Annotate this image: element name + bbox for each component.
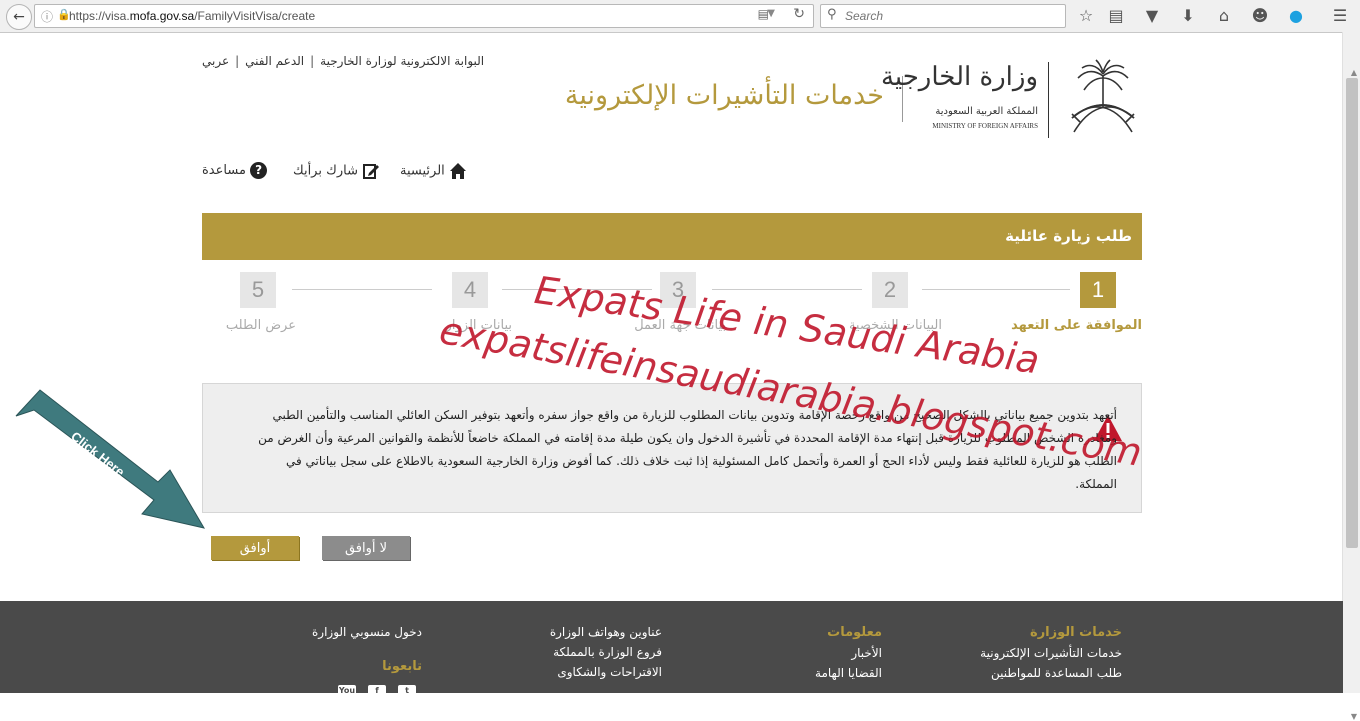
twitter-icon[interactable]: t (398, 685, 416, 697)
portal-link[interactable]: البوابة الالكترونية لوزارة الخارجية (320, 54, 484, 68)
top-links: عربي | الدعم الفني | البوابة الالكترونية لوز… (202, 54, 485, 68)
youtube-icon[interactable]: You (338, 685, 356, 697)
nav-help-label: مساعدة (202, 163, 246, 178)
bookmark-star-icon[interactable]: ☆ (1075, 6, 1097, 25)
nav-feedback-label: شارك برأيك (293, 163, 358, 179)
form-title-bar: طلب زيارة عائلية (202, 213, 1142, 260)
agree-button[interactable]: أوافق (211, 536, 299, 560)
lang-link[interactable]: عربي (202, 54, 229, 68)
step-connector (292, 289, 432, 290)
footer-link[interactable]: القضايا الهامة (815, 666, 882, 680)
menu-icon[interactable]: ☰ (1329, 6, 1351, 25)
disagree-button[interactable]: لا أوافق (322, 536, 410, 560)
scrollbar-thumb[interactable] (1346, 78, 1358, 548)
browser-toolbar: ← ⓘ 🔒 https://visa.mofa.gov.sa/FamilyVis… (0, 0, 1360, 33)
footer-link[interactable]: خدمات التأشيرات الإلكترونية (980, 646, 1122, 660)
scrollbar[interactable]: ▲ ▼ (1342, 32, 1360, 721)
footer-col-info: معلومات الأخبار القضايا الهامة (815, 625, 882, 680)
footer-link[interactable]: الاقتراحات والشكاوى (550, 665, 662, 679)
step-2: 2 (872, 272, 908, 308)
footer-col-contact: عناوين وهواتف الوزارة فروع الوزارة بالمم… (550, 625, 662, 679)
logo-divider (1048, 62, 1049, 138)
browser-search-bar[interactable]: ⚲ (820, 4, 1066, 28)
nav-home[interactable]: الرئيسية (400, 162, 467, 180)
footer-heading: خدمات الوزارة (1030, 625, 1122, 640)
reading-list-icon[interactable]: ▤ (1105, 6, 1127, 25)
footer-link[interactable]: فروع الوزارة بالمملكة (550, 645, 662, 659)
click-here-arrow: Click Here (15, 389, 206, 529)
url-text[interactable]: https://visa.mofa.gov.sa/FamilyVisitVisa… (69, 9, 315, 23)
footer-link[interactable]: الأخبار (815, 646, 882, 660)
search-icon: ⚲ (827, 7, 837, 22)
footer-col-services: خدمات الوزارة خدمات التأشيرات الإلكتروني… (980, 625, 1122, 680)
site-info-icon[interactable]: ⓘ (41, 8, 53, 25)
form-title: طلب زيارة عائلية (1005, 227, 1132, 245)
facebook-icon[interactable]: f (368, 685, 386, 697)
step-1-label: الموافقة على التعهد (1011, 318, 1142, 333)
download-icon[interactable]: ⬇ (1177, 6, 1199, 25)
scroll-down-icon[interactable]: ▼ (1351, 712, 1357, 721)
nav-home-label: الرئيسية (400, 163, 445, 179)
footer-link[interactable]: دخول منسوبي الوزارة (312, 625, 422, 639)
back-button[interactable]: ← (6, 4, 32, 30)
chat-icon[interactable]: ☻ (1249, 6, 1271, 25)
step-5-label: عرض الطلب (225, 318, 296, 333)
step-connector (922, 289, 1070, 290)
edit-icon (363, 164, 380, 179)
home-icon (449, 163, 466, 179)
address-bar[interactable]: ⓘ 🔒 https://visa.mofa.gov.sa/FamilyVisit… (34, 4, 814, 28)
step-5: 5 (240, 272, 276, 308)
footer-link[interactable]: عناوين وهواتف الوزارة (550, 625, 662, 639)
scroll-up-icon[interactable]: ▲ (1351, 68, 1357, 77)
back-arrow-icon: ← (13, 9, 25, 25)
skype-icon[interactable]: ● (1285, 6, 1307, 25)
logo-en-text: MINISTRY OF FOREIGN AFFAIRS (932, 122, 1038, 130)
chevron-down-icon[interactable]: ▼ (767, 8, 775, 19)
footer-heading: تابعونا (382, 659, 422, 674)
footer-heading: معلومات (827, 625, 882, 640)
help-icon: ? (250, 162, 268, 179)
home-browser-icon[interactable]: ⌂ (1213, 6, 1235, 25)
reload-icon[interactable]: ↻ (793, 6, 805, 22)
step-1: 1 (1080, 272, 1116, 308)
footer-link[interactable]: طلب المساعدة للمواطنين (980, 666, 1122, 680)
support-link[interactable]: الدعم الفني (245, 54, 304, 68)
nav-feedback[interactable]: شارك برأيك (293, 162, 380, 180)
footer-col-login: دخول منسوبي الوزارة تابعونا (312, 625, 422, 674)
step-connector (712, 289, 862, 290)
footer: خدمات الوزارة خدمات التأشيرات الإلكتروني… (0, 601, 1343, 697)
site-title: خدمات التأشيرات الإلكترونية (564, 80, 884, 111)
nav-help[interactable]: مساعدة ? (202, 162, 268, 179)
ministry-logo[interactable]: وزارة الخارجية المملكة العربية السعودية … (881, 62, 1038, 134)
browser-search-input[interactable] (843, 7, 1057, 25)
logo-ar-subtitle: المملكة العربية السعودية (935, 106, 1038, 117)
step-4: 4 (452, 272, 488, 308)
pocket-icon[interactable]: ▼ (1141, 6, 1163, 25)
logo-ar-title: وزارة الخارجية (880, 62, 1038, 92)
saudi-emblem-icon (1071, 59, 1135, 133)
